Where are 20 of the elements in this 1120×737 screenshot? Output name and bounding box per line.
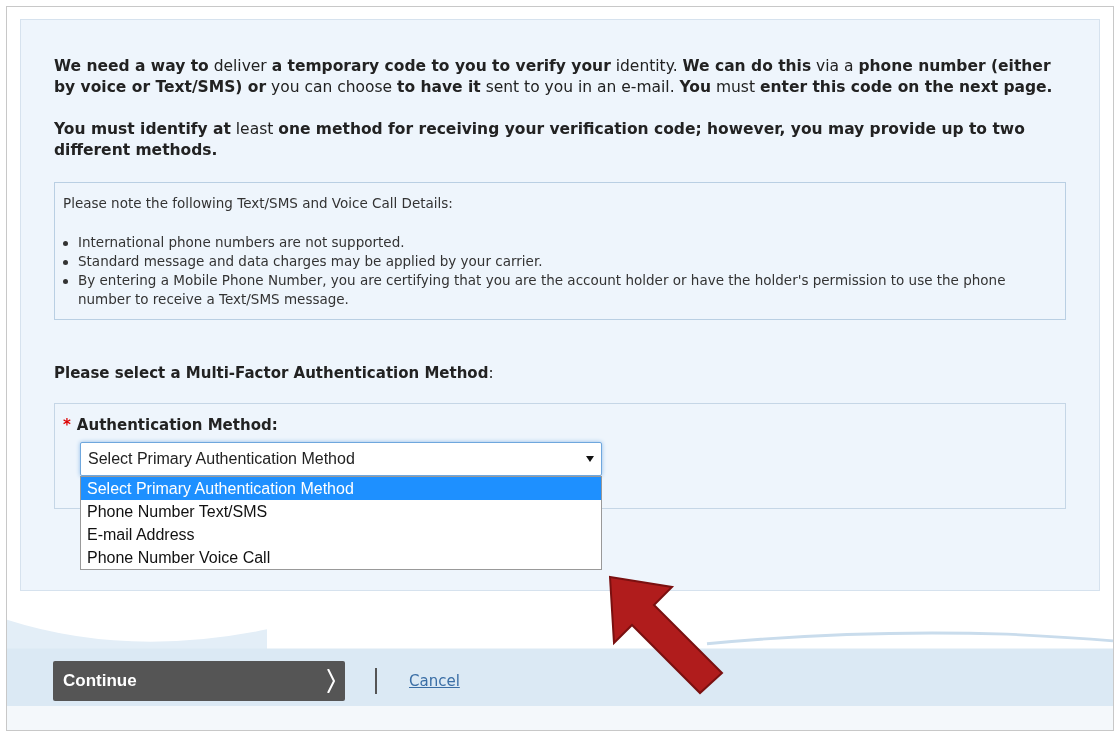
notice-item: By entering a Mobile Phone Number, you are certifying that you are the account holder or have the holder's permission to use the phone number to receive a Text/SMS message. xyxy=(78,271,1007,310)
chevron-icon xyxy=(327,669,335,693)
dropdown-option[interactable]: Phone Number Text/SMS xyxy=(81,500,601,524)
notice-heading: Please note the following Text/SMS and Voice Call Details: xyxy=(63,194,454,213)
required-mark: * xyxy=(63,414,71,436)
method-select[interactable]: Select Primary Authentication Method xyxy=(80,442,602,477)
dropdown-option[interactable]: E-mail Address xyxy=(81,523,601,547)
field-label: Authentication Method: xyxy=(76,414,278,436)
dropdown-option[interactable]: Phone Number Voice Call xyxy=(81,546,601,570)
notice-item: Standard message and data charges may be applied by your carrier. xyxy=(78,252,543,272)
intro-paragraph: You must identify at least one method for receiving your verification code; however, you may provide up to two different methods. xyxy=(54,119,1026,161)
cancel-link[interactable]: Cancel xyxy=(409,669,460,693)
bullet-icon xyxy=(63,241,68,247)
mfa-prompt: Please select a Multi-Factor Authentication Method: xyxy=(54,363,495,385)
caret-icon xyxy=(586,456,594,463)
intro-paragraph: We need a way to deliver a temporary code to you to verify your identity. We can do this via a phone number (either by voice or Text/SMS) or you can choose to have it sent to you in an e-mail. You must enter this code on the next page. xyxy=(54,56,1054,98)
bullet-icon xyxy=(63,260,68,266)
notice-item: International phone numbers are not supported. xyxy=(78,233,405,253)
bullet-icon xyxy=(63,279,68,285)
continue-button[interactable]: Continue xyxy=(53,661,345,701)
